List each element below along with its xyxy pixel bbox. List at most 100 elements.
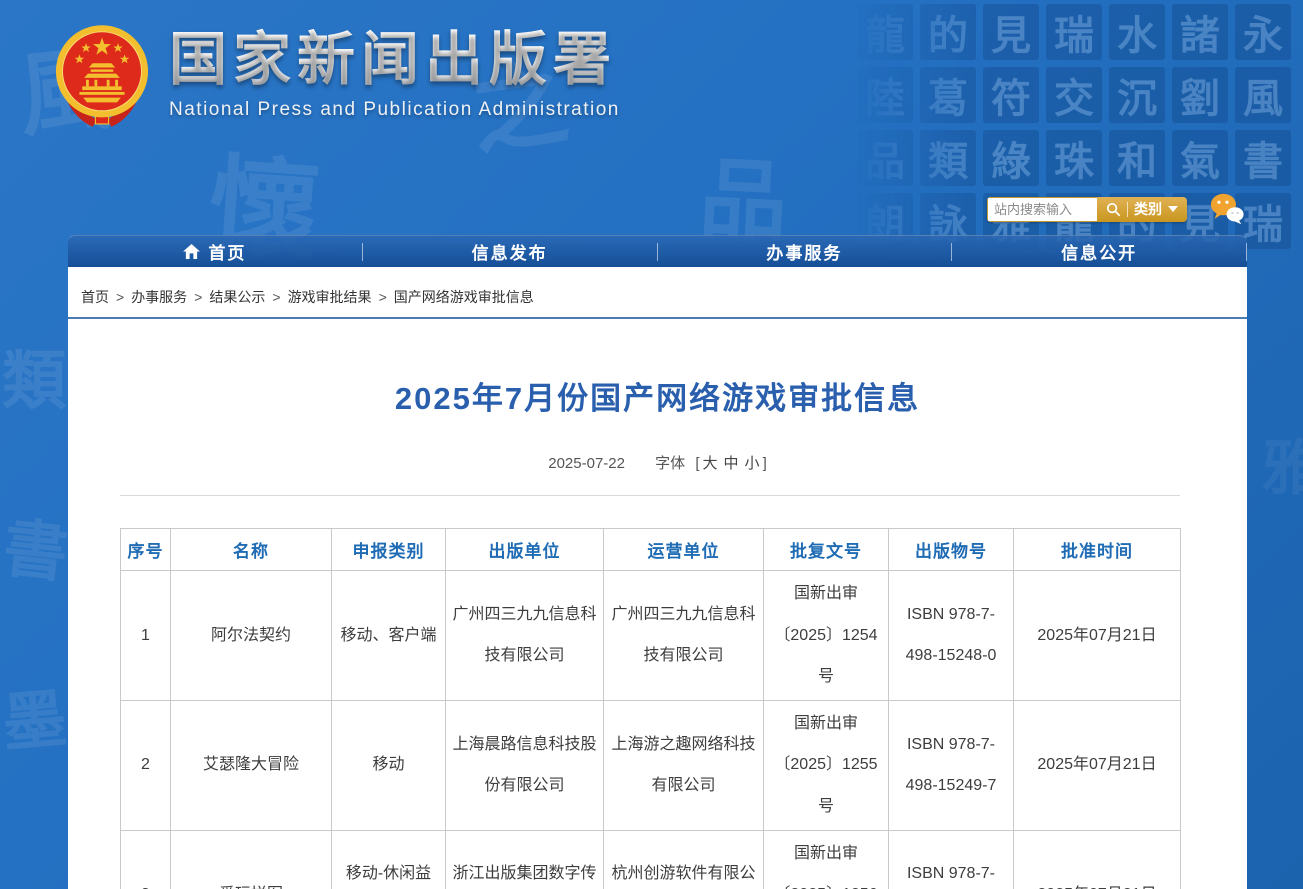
column-header: 批复文号 (764, 529, 889, 571)
table-cell: 爱玩拼图 (171, 830, 332, 889)
table-cell: 国新出审〔2025〕1256号 (764, 830, 889, 889)
national-emblem-icon (55, 24, 149, 128)
table-cell: 2025年07月21日 (1014, 700, 1181, 830)
seal-tile: 珠 (1046, 130, 1102, 186)
nav-item-label: 信息公开 (1061, 239, 1137, 264)
site-subtitle: National Press and Publication Administr… (169, 99, 620, 121)
table-cell: 3 (121, 830, 171, 889)
bracket: [ (695, 455, 699, 472)
search-icon (1106, 202, 1121, 217)
font-size-medium[interactable]: 中 (724, 455, 739, 472)
calligraphy-watermark: 墨 (0, 667, 70, 764)
table-cell: ISBN 978-7-498-15250-3 (889, 830, 1014, 889)
seal-tile: 品 (857, 130, 913, 186)
table-row: 2艾瑟隆大冒险移动上海晨路信息科技股份有限公司上海游之趣网络科技有限公司国新出审… (121, 700, 1181, 830)
seal-tile: 綠 (983, 130, 1039, 186)
nav-separator (1246, 243, 1247, 261)
breadcrumb-separator: > (379, 289, 387, 305)
calligraphy-watermark: 類 (2, 330, 66, 422)
masthead: 国家新闻出版署 National Press and Publication A… (55, 24, 620, 128)
seal-tile: 見 (983, 4, 1039, 60)
column-header: 序号 (121, 529, 171, 571)
breadcrumb-separator: > (194, 289, 202, 305)
seal-tile: 永 (1235, 4, 1291, 60)
table-cell: 广州四三九九信息科技有限公司 (604, 571, 764, 701)
breadcrumb-item[interactable]: 办事服务 (131, 289, 187, 305)
seal-tile: 水 (1109, 4, 1165, 60)
brand-text[interactable]: 国家新闻出版署 National Press and Publication A… (169, 24, 620, 128)
column-header: 名称 (171, 529, 332, 571)
column-header: 出版物号 (889, 529, 1014, 571)
breadcrumb-item[interactable]: 结果公示 (209, 289, 265, 305)
seal-tile: 諸 (1172, 4, 1228, 60)
nav-item-label: 信息发布 (472, 239, 548, 264)
wechat-icon[interactable] (1209, 192, 1245, 226)
breadcrumb-separator: > (272, 289, 280, 305)
nav-item-label: 办事服务 (766, 239, 842, 264)
column-header: 申报类别 (332, 529, 446, 571)
breadcrumb-item[interactable]: 首页 (81, 289, 109, 305)
nav-item-disclosure[interactable]: 信息公开 (952, 236, 1246, 267)
seal-tile: 葛 (920, 67, 976, 123)
font-size-large[interactable]: 大 (703, 455, 718, 472)
table-row: 1阿尔法契约移动、客户端广州四三九九信息科技有限公司广州四三九九信息科技有限公司… (121, 571, 1181, 701)
breadcrumb-item[interactable]: 游戏审批结果 (288, 289, 372, 305)
seal-tile: 和 (1109, 130, 1165, 186)
nav-item-services[interactable]: 办事服务 (658, 236, 952, 267)
table-body: 1阿尔法契约移动、客户端广州四三九九信息科技有限公司广州四三九九信息科技有限公司… (121, 571, 1181, 889)
table-cell: 广州四三九九信息科技有限公司 (446, 571, 604, 701)
approval-table: 序号名称申报类别出版单位运营单位批复文号出版物号批准时间 1阿尔法契约移动、客户… (120, 528, 1181, 889)
breadcrumb-item: 国产网络游戏审批信息 (394, 289, 534, 305)
site-title[interactable]: 国家新闻出版署 (169, 24, 620, 97)
seal-tile: 沉 (1109, 67, 1165, 123)
seal-tile: 風 (1235, 67, 1291, 123)
search-input[interactable] (987, 197, 1097, 222)
page-title: 2025年7月份国产网络游戏审批信息 (68, 373, 1247, 418)
table-cell: 2025年07月21日 (1014, 571, 1181, 701)
table-cell: 2 (121, 700, 171, 830)
table-cell: 上海晨路信息科技股份有限公司 (446, 700, 604, 830)
calligraphy-watermark: 雅 (1262, 420, 1303, 507)
column-header: 运营单位 (604, 529, 764, 571)
breadcrumb-separator: > (116, 289, 124, 305)
chevron-down-icon[interactable] (1168, 206, 1178, 212)
search-box: 类别 (987, 197, 1187, 222)
nav-item-label: 首页 (208, 239, 246, 264)
seal-tile: 劉 (1172, 67, 1228, 123)
table-cell: ISBN 978-7-498-15248-0 (889, 571, 1014, 701)
publish-date: 2025-07-22 (548, 455, 625, 472)
table-cell: 移动 (332, 700, 446, 830)
table-cell: 移动-休闲益智 (332, 830, 446, 889)
seal-tile: 龍 (857, 4, 913, 60)
home-icon (183, 244, 200, 259)
font-size-label: 字体 (655, 455, 685, 472)
seal-tile: 陸 (857, 67, 913, 123)
category-dropdown-label[interactable]: 类别 (1134, 199, 1162, 219)
table-row: 3爱玩拼图移动-休闲益智浙江出版集团数字传媒有限公司杭州创游软件有限公司国新出审… (121, 830, 1181, 889)
table-cell: 2025年07月21日 (1014, 830, 1181, 889)
table-header-row: 序号名称申报类别出版单位运营单位批复文号出版物号批准时间 (121, 529, 1181, 571)
table-cell: 国新出审〔2025〕1255号 (764, 700, 889, 830)
table-cell: 艾瑟隆大冒险 (171, 700, 332, 830)
font-size-small[interactable]: 小 (745, 455, 760, 472)
seal-tile: 類 (920, 130, 976, 186)
table-cell: 浙江出版集团数字传媒有限公司 (446, 830, 604, 889)
seal-tile: 的 (920, 4, 976, 60)
table-cell: 移动、客户端 (332, 571, 446, 701)
seal-tile: 交 (1046, 67, 1102, 123)
section-divider (120, 495, 1180, 496)
seal-tile: 氣 (1172, 130, 1228, 186)
table-cell: 上海游之趣网络科技有限公司 (604, 700, 764, 830)
seal-tile: 瑞 (1046, 4, 1102, 60)
article-meta: 2025-07-22 字体 [大中小] (68, 452, 1247, 473)
nav-item-news[interactable]: 信息发布 (363, 236, 657, 267)
column-header: 出版单位 (446, 529, 604, 571)
search-button[interactable]: 类别 (1097, 197, 1187, 222)
seal-tile: 符 (983, 67, 1039, 123)
seal-tile: 書 (1235, 130, 1291, 186)
search-divider (1127, 202, 1128, 217)
column-header: 批准时间 (1014, 529, 1181, 571)
bracket: ] (763, 455, 767, 472)
main-nav: 首页 信息发布 办事服务 信息公开 (68, 235, 1247, 267)
nav-item-home[interactable]: 首页 (68, 236, 362, 267)
